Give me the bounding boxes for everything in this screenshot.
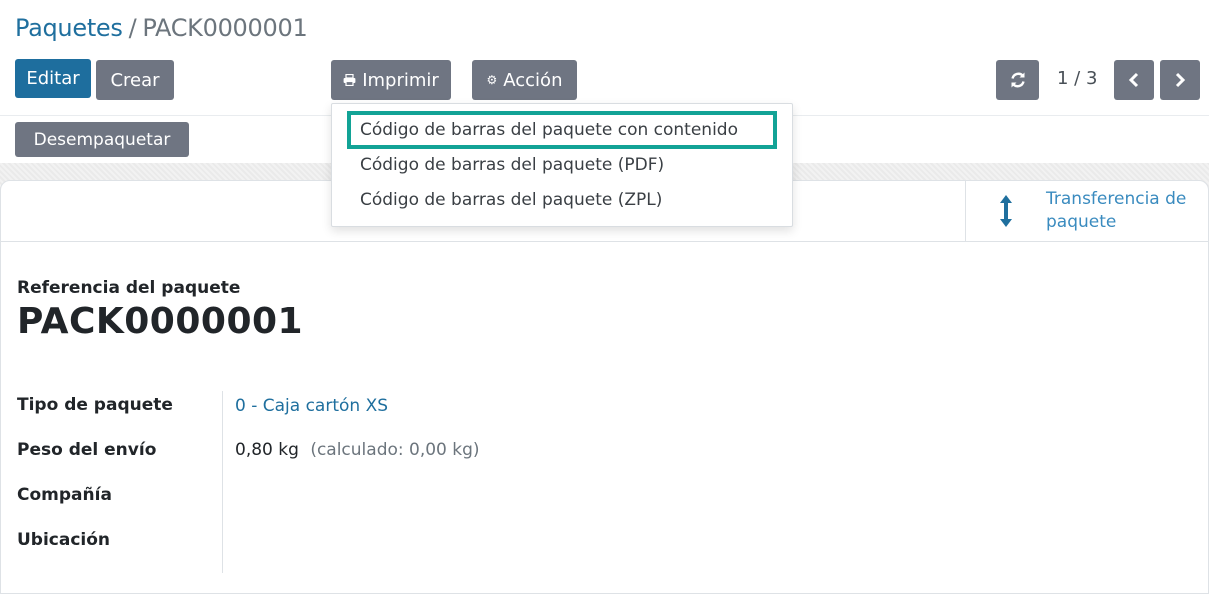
edit-button[interactable]: Editar: [15, 59, 91, 98]
reference-label: Referencia del paquete: [17, 278, 241, 298]
location-label: Ubicación: [17, 530, 111, 550]
previous-record-button[interactable]: [1114, 60, 1154, 100]
breadcrumb-parent-link[interactable]: Paquetes: [15, 14, 123, 42]
breadcrumb-current: PACK0000001: [142, 14, 308, 42]
print-menu-item-barcode-pdf[interactable]: Código de barras del paquete (PDF): [360, 155, 664, 175]
shipping-weight-field: 0,80 kg (calculado: 0,00 kg): [235, 440, 480, 460]
printer-icon: [343, 74, 356, 86]
shipping-weight-computed: (calculado: 0,00 kg): [310, 440, 480, 460]
action-button-label: Acción: [503, 69, 563, 91]
shipping-weight-value: 0,80 kg: [235, 440, 299, 460]
arrows-vertical-icon: [966, 194, 1046, 228]
create-button[interactable]: Crear: [96, 60, 174, 100]
chevron-right-icon: [1175, 72, 1186, 88]
package-type-label: Tipo de paquete: [17, 395, 173, 415]
print-dropdown-menu: Código de barras del paquete con conteni…: [331, 103, 793, 227]
smart-button-label-line2: paquete: [1046, 212, 1117, 232]
chevron-left-icon: [1128, 72, 1139, 88]
field-divider: [222, 391, 223, 573]
next-record-button[interactable]: [1160, 60, 1200, 100]
form-sheet: Transferencia de paquete Referencia del …: [0, 180, 1209, 594]
action-button[interactable]: ⚙ Acción: [472, 60, 577, 100]
package-transfer-smart-button[interactable]: Transferencia de paquete: [965, 181, 1208, 241]
company-label: Compañía: [17, 485, 112, 505]
refresh-icon: [1010, 72, 1025, 88]
breadcrumb-separator: /: [128, 14, 137, 42]
gear-icon: ⚙: [486, 73, 498, 87]
smart-button-label-line1: Transferencia de: [1046, 189, 1187, 209]
refresh-button[interactable]: [996, 60, 1039, 100]
print-menu-item-barcode-content[interactable]: Código de barras del paquete con conteni…: [360, 120, 738, 140]
package-type-value[interactable]: 0 - Caja cartón XS: [235, 396, 388, 416]
breadcrumb: Paquetes / PACK0000001: [15, 14, 308, 42]
print-button[interactable]: Imprimir: [331, 60, 451, 100]
print-button-label: Imprimir: [362, 69, 439, 91]
print-menu-item-barcode-zpl[interactable]: Código de barras del paquete (ZPL): [360, 190, 662, 210]
unpack-button[interactable]: Desempaquetar: [15, 122, 189, 157]
shipping-weight-label: Peso del envío: [17, 440, 157, 460]
smart-button-label: Transferencia de paquete: [1046, 188, 1206, 234]
pager-value[interactable]: 1 / 3: [1057, 68, 1097, 89]
reference-value: PACK0000001: [17, 301, 304, 342]
